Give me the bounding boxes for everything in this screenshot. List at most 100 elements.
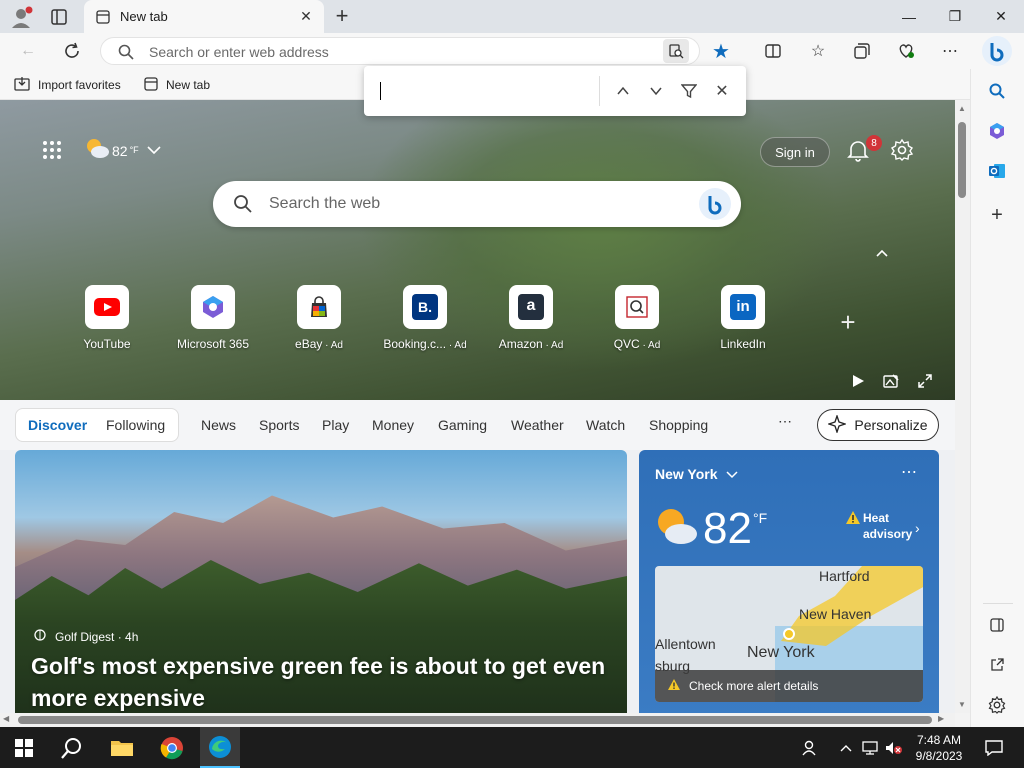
weather-card[interactable]: New York ⋯ 82 °F Heat advisory › Hartfor… (639, 450, 939, 713)
tab-following[interactable]: Following (106, 417, 165, 433)
taskbar-search-icon[interactable] (52, 731, 92, 765)
find-previous-chevron-up-icon[interactable] (609, 77, 637, 105)
browser-essentials-icon[interactable] (892, 37, 920, 65)
scroll-right-icon[interactable]: ▶ (938, 714, 948, 724)
tile-label: eBay · Ad (295, 337, 343, 351)
sidebar-search-icon[interactable] (983, 77, 1011, 105)
quick-link-tile[interactable]: in LinkedIn (695, 285, 791, 351)
tab-weather[interactable]: Weather (511, 417, 564, 433)
scroll-down-icon[interactable]: ▼ (957, 700, 967, 710)
refresh-icon[interactable] (58, 37, 86, 65)
chrome-icon[interactable] (152, 731, 192, 765)
apps-grid-icon[interactable] (42, 140, 62, 160)
find-on-page-icon[interactable] (663, 39, 689, 63)
notification-center-icon[interactable] (974, 731, 1014, 765)
tab-actions-icon[interactable] (48, 6, 70, 28)
find-next-chevron-down-icon[interactable] (642, 77, 670, 105)
file-explorer-icon[interactable] (102, 731, 142, 765)
close-window-icon[interactable]: ✕ (978, 0, 1024, 33)
minimize-icon[interactable]: — (886, 0, 932, 33)
copilot-icon[interactable] (982, 36, 1012, 66)
address-bar[interactable]: Search or enter web address (100, 37, 700, 65)
sidebar-hide-icon[interactable] (983, 611, 1011, 639)
sidebar-add-icon[interactable]: + (983, 201, 1011, 229)
image-info-icon[interactable] (883, 373, 899, 389)
find-close-icon[interactable]: ✕ (708, 77, 736, 105)
favorite-new-tab[interactable]: New tab (144, 75, 210, 95)
text-caret (380, 82, 381, 100)
tab-shopping[interactable]: Shopping (649, 417, 708, 433)
sidebar-settings-gear-icon[interactable] (983, 691, 1011, 719)
tab-play[interactable]: Play (322, 417, 349, 433)
collections-icon[interactable] (848, 37, 876, 65)
search-icon (117, 43, 135, 61)
sidebar-open-external-icon[interactable] (983, 651, 1011, 679)
tab-news[interactable]: News (201, 417, 236, 433)
quick-link-tile[interactable]: eBay · Ad (271, 285, 367, 351)
hero-background: 82 °F Sign in 8 Search the web YouTube M… (0, 100, 955, 400)
weather-widget[interactable]: 82 °F (84, 136, 161, 165)
personalize-button[interactable]: Personalize (817, 409, 939, 441)
restore-icon[interactable]: ❐ (932, 0, 978, 33)
favorite-import[interactable]: Import favorites (14, 75, 121, 95)
windows-start-icon[interactable] (4, 731, 44, 765)
quick-link-tile[interactable]: QVC · Ad (589, 285, 685, 351)
weather-map[interactable]: Hartford New Haven Allentown New York sb… (655, 566, 923, 702)
weather-more-icon[interactable]: ⋯ (901, 462, 917, 482)
profile-avatar-icon[interactable] (8, 4, 34, 30)
quick-link-tile[interactable]: Microsoft 365 (165, 285, 261, 351)
horizontal-scroll-thumb[interactable] (18, 716, 932, 724)
tab-title: New tab (120, 9, 168, 24)
sidebar-outlook-icon[interactable] (983, 157, 1011, 185)
clock-date: 9/8/2023 (915, 749, 963, 763)
new-tab-plus-icon[interactable]: + (330, 4, 354, 28)
favorite-star-icon[interactable]: ★ (707, 37, 735, 65)
edge-sidebar: + (970, 69, 1024, 727)
web-search-box[interactable]: Search the web (213, 181, 741, 227)
weather-location[interactable]: New York (655, 466, 738, 482)
find-filter-icon[interactable] (675, 77, 703, 105)
quick-link-tile[interactable]: YouTube (59, 285, 155, 351)
edge-icon[interactable] (200, 727, 240, 768)
vertical-scroll-thumb[interactable] (958, 122, 966, 198)
volume-muted-icon[interactable] (882, 731, 906, 765)
tab-money[interactable]: Money (372, 417, 414, 433)
tab-new-tab[interactable]: New tab ✕ (84, 0, 324, 33)
sidebar-microsoft-365-icon[interactable] (983, 117, 1011, 145)
more-tabs-icon[interactable]: ⋯ (778, 413, 792, 430)
people-icon[interactable] (792, 731, 828, 765)
youtube-icon (85, 285, 129, 329)
tab-sports[interactable]: Sports (259, 417, 299, 433)
favorites-icon[interactable]: ☆ (804, 37, 832, 65)
news-headline[interactable]: Golf's most expensive green fee is about… (31, 650, 621, 713)
chevron-right-icon[interactable]: › (915, 520, 920, 536)
scroll-up-icon[interactable]: ▲ (957, 104, 967, 114)
scroll-left-icon[interactable]: ◀ (3, 714, 13, 724)
expand-icon[interactable] (917, 373, 933, 389)
heat-advisory-text[interactable]: Heat advisory (863, 510, 923, 542)
bing-chat-icon[interactable] (699, 188, 731, 220)
news-card[interactable]: Golf Digest · 4h Golf's most expensive g… (15, 450, 627, 713)
title-bar: New tab ✕ + — ❐ ✕ (0, 0, 1024, 33)
ebay-icon (297, 285, 341, 329)
find-input[interactable] (372, 74, 592, 108)
split-screen-icon[interactable] (759, 37, 787, 65)
collapse-chevron-up-icon[interactable] (874, 245, 890, 261)
microsoft-365-icon (191, 285, 235, 329)
sign-in-button[interactable]: Sign in (760, 137, 830, 167)
more-menu-icon[interactable]: ⋯ (936, 37, 964, 65)
back-icon[interactable]: ← (14, 37, 42, 65)
network-icon[interactable] (858, 731, 882, 765)
tab-watch[interactable]: Watch (586, 417, 625, 433)
page-settings-gear-icon[interactable] (890, 138, 914, 162)
alert-details-bar[interactable]: Check more alert details (655, 670, 923, 702)
add-shortcut-plus-icon[interactable]: + (836, 309, 860, 335)
play-icon[interactable] (850, 373, 866, 389)
tab-discover[interactable]: Discover (28, 417, 87, 433)
quick-link-tile[interactable]: B. Booking.c... · Ad (377, 285, 473, 351)
tab-gaming[interactable]: Gaming (438, 417, 487, 433)
system-clock[interactable]: 7:48 AM 9/8/2023 (908, 732, 970, 764)
close-tab-icon[interactable]: ✕ (298, 8, 314, 24)
show-hidden-icons-chevron-up-icon[interactable] (834, 731, 858, 765)
quick-link-tile[interactable]: a Amazon · Ad (483, 285, 579, 351)
